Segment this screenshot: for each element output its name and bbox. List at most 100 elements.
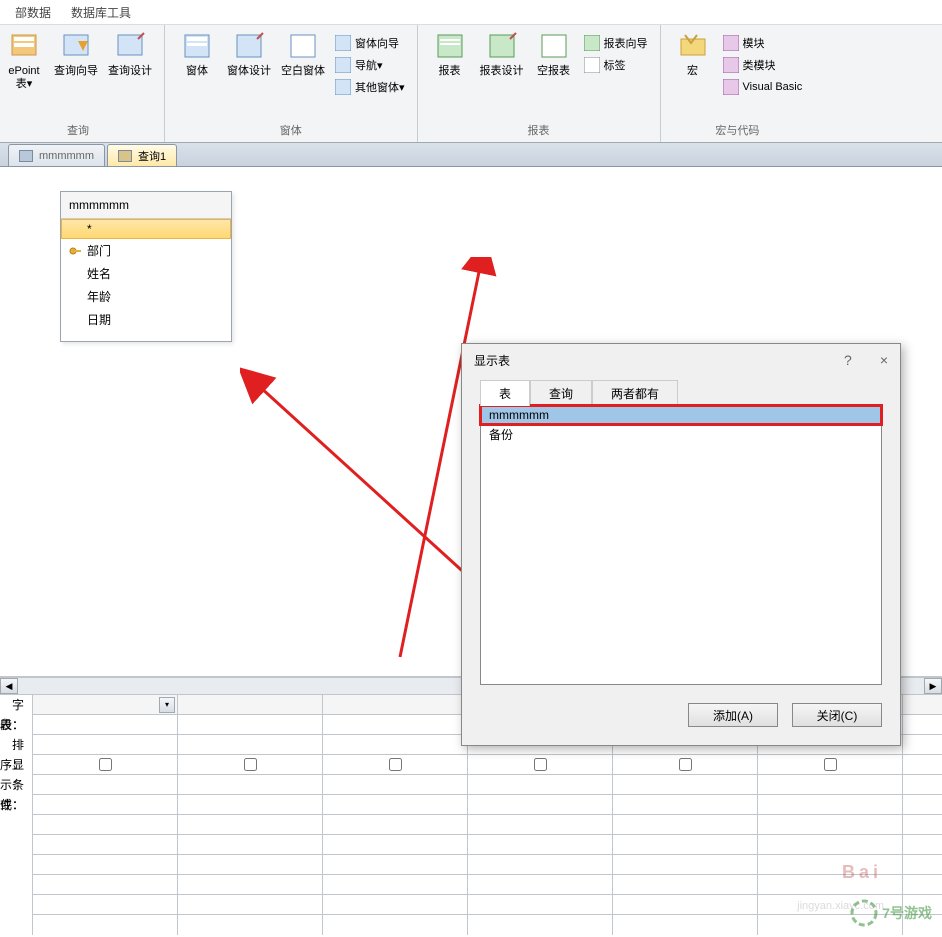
table-title: mmmmmm [61, 192, 231, 219]
blank-form-button[interactable]: 空白窗体 [277, 29, 329, 80]
form-design-icon [233, 31, 265, 63]
primary-key-icon [69, 245, 81, 257]
grid-column[interactable] [178, 695, 323, 935]
other-forms-button[interactable]: 其他窗体▾ [331, 77, 409, 97]
form-icon [181, 31, 213, 63]
add-button[interactable]: 添加(A) [688, 703, 778, 727]
grid-column[interactable] [323, 695, 468, 935]
query-wizard-button[interactable]: 查询向导 [50, 29, 102, 80]
ribbon-group-query: ePoint 表▾ 查询向导 查询设计 查询 [0, 25, 165, 142]
form-wizard-icon [335, 35, 351, 51]
sharepoint-icon [8, 31, 40, 63]
dialog-table-list[interactable]: mmmmmm 备份 [480, 405, 882, 685]
query-design-button[interactable]: 查询设计 [104, 29, 156, 80]
dialog-tab-tables[interactable]: 表 [480, 380, 530, 406]
form-wizard-button[interactable]: 窗体向导 [331, 33, 409, 53]
button-label: 窗体向导 [355, 35, 399, 51]
table-field-list[interactable]: mmmmmm * 部门 姓名 年龄 日期 [60, 191, 232, 342]
button-label: Visual Basic [743, 81, 803, 93]
close-button[interactable]: 关闭(C) [792, 703, 882, 727]
module-icon [723, 35, 739, 51]
group-label: 查询 [0, 120, 156, 140]
blank-report-button[interactable]: 空报表 [530, 29, 578, 80]
query-design-icon [114, 31, 146, 63]
label-icon [584, 57, 600, 73]
show-checkbox[interactable] [389, 758, 402, 771]
show-checkbox[interactable] [534, 758, 547, 771]
document-tab-bar: mmmmmm 查询1 [0, 143, 942, 167]
list-item[interactable]: 备份 [481, 424, 881, 445]
show-checkbox[interactable] [244, 758, 257, 771]
report-icon [434, 31, 466, 63]
button-label: 空报表 [537, 65, 570, 78]
button-label: 宏 [687, 65, 698, 78]
grid-row-labels: 字段： 表： 排序： 显示： 条件： 或： [0, 695, 33, 935]
blank-form-icon [287, 31, 319, 63]
field-list: * 部门 姓名 年龄 日期 [61, 219, 231, 331]
report-button[interactable]: 报表 [426, 29, 474, 80]
blank-report-icon [538, 31, 570, 63]
grid-column[interactable]: ▾ [33, 695, 178, 935]
dialog-tab-both[interactable]: 两者都有 [592, 380, 678, 406]
report-design-button[interactable]: 报表设计 [476, 29, 528, 80]
tab-mmmmmm[interactable]: mmmmmm [8, 144, 105, 166]
button-label: 导航▾ [355, 57, 383, 73]
visual-basic-icon [723, 79, 739, 95]
field-item[interactable]: 姓名 [61, 262, 231, 285]
button-label: 类模块 [743, 57, 776, 73]
scroll-left-button[interactable]: ◀ [0, 678, 18, 694]
menu-item[interactable]: 数据库工具 [61, 0, 141, 25]
watermark: Bai [842, 862, 882, 883]
menu-item[interactable]: 部数据 [5, 0, 61, 25]
module-button[interactable]: 模块 [719, 33, 807, 53]
form-design-button[interactable]: 窗体设计 [223, 29, 275, 80]
sharepoint-button[interactable]: ePoint 表▾ [0, 29, 48, 93]
query-icon [118, 150, 132, 162]
label-sort: 排序： [0, 735, 24, 755]
menubar: 部数据 数据库工具 [0, 0, 942, 25]
class-module-icon [723, 57, 739, 73]
help-button[interactable]: ? [844, 352, 852, 368]
list-item[interactable]: mmmmmm [481, 406, 881, 424]
button-label: 其他窗体▾ [355, 79, 405, 95]
button-label: 查询设计 [108, 65, 152, 78]
field-item[interactable]: 年龄 [61, 285, 231, 308]
button-label: 窗体 [186, 65, 208, 78]
navigation-button[interactable]: 导航▾ [331, 55, 409, 75]
field-item[interactable]: 部门 [61, 239, 231, 262]
label-button[interactable]: 标签 [580, 55, 652, 75]
dialog-title: 显示表 [474, 352, 510, 369]
group-label: 宏与代码 [669, 120, 807, 140]
label-table: 表： [0, 715, 24, 735]
close-icon[interactable]: × [880, 352, 888, 368]
macro-button[interactable]: 宏 [669, 29, 717, 80]
navigation-icon [335, 57, 351, 73]
field-item[interactable]: 日期 [61, 308, 231, 331]
label-field: 字段： [0, 695, 24, 715]
query-wizard-icon [60, 31, 92, 63]
visual-basic-button[interactable]: Visual Basic [719, 77, 807, 97]
other-forms-icon [335, 79, 351, 95]
button-label: 报表 [439, 65, 461, 78]
field-item[interactable]: * [61, 219, 231, 239]
macro-icon [677, 31, 709, 63]
class-module-button[interactable]: 类模块 [719, 55, 807, 75]
table-icon [19, 150, 33, 162]
button-label: 空白窗体 [281, 65, 325, 78]
button-label: 报表设计 [480, 65, 524, 78]
dialog-tab-queries[interactable]: 查询 [530, 380, 592, 406]
show-checkbox[interactable] [824, 758, 837, 771]
report-wizard-button[interactable]: 报表向导 [580, 33, 652, 53]
tab-label: mmmmmm [39, 150, 94, 162]
dialog-titlebar[interactable]: 显示表 ? × [462, 344, 900, 376]
report-design-icon [486, 31, 518, 63]
form-button[interactable]: 窗体 [173, 29, 221, 80]
watermark-url: jingyan.xiayc.com [797, 900, 884, 912]
tab-query1[interactable]: 查询1 [107, 144, 177, 166]
button-label: ePoint 表▾ [8, 65, 39, 91]
scroll-right-button[interactable]: ▶ [924, 678, 942, 694]
report-wizard-icon [584, 35, 600, 51]
show-checkbox[interactable] [99, 758, 112, 771]
show-checkbox[interactable] [679, 758, 692, 771]
dropdown-icon[interactable]: ▾ [159, 697, 175, 713]
